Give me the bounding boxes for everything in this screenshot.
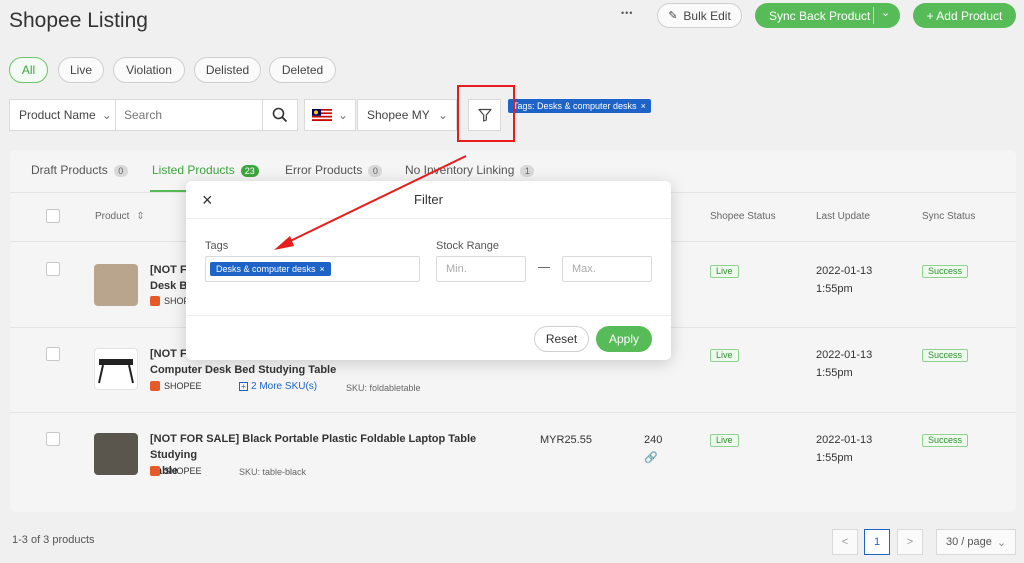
annotation-arrow: [274, 155, 467, 250]
